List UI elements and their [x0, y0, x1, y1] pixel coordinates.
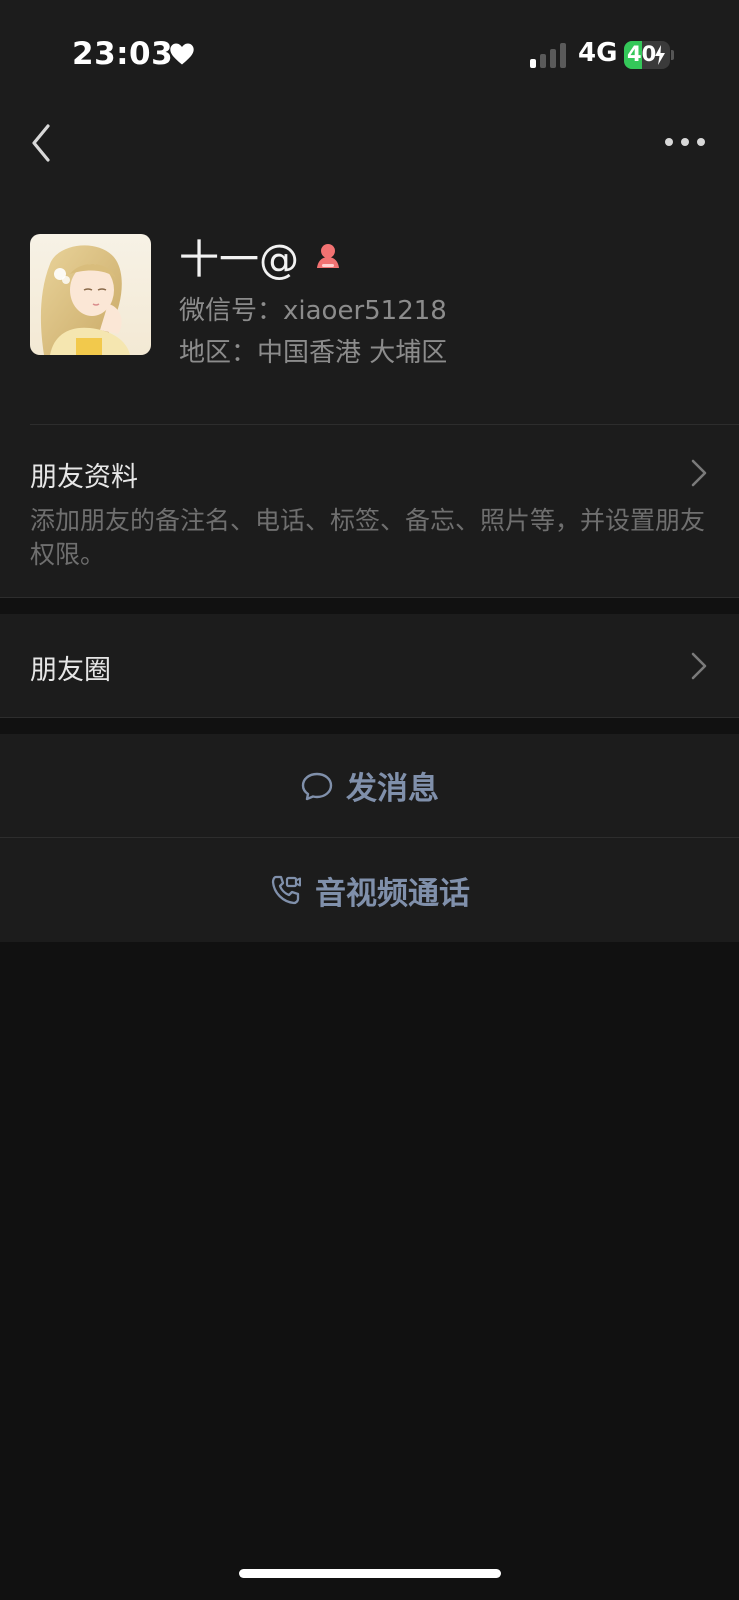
network-type: 4G [578, 38, 618, 68]
heart-icon [170, 43, 194, 65]
chevron-right-icon [691, 652, 707, 680]
battery-cap [671, 50, 674, 60]
signal-bar [540, 54, 546, 68]
name-row: 十一@ [179, 232, 343, 283]
chevron-left-icon [32, 124, 50, 162]
female-icon [317, 244, 339, 268]
avatar[interactable] [30, 234, 151, 355]
send-message-label: 发消息 [346, 771, 439, 807]
avatar-illustration [30, 234, 151, 355]
friend-profile-title: 朋友资料 [30, 462, 138, 493]
divider [0, 597, 739, 598]
cellular-signal-icon [530, 42, 568, 68]
wechat-id: 微信号：xiaoer51218 [179, 296, 447, 326]
back-button[interactable] [22, 118, 62, 168]
send-message-button[interactable]: 发消息 [0, 734, 739, 837]
battery-body: 40 [624, 41, 670, 69]
divider [0, 717, 739, 718]
contact-profile-screen: 23:03 4G 40 十一@ 微信号：xiaoer51218 地区：中国香港 … [0, 0, 739, 1600]
phone-video-icon [271, 875, 301, 905]
more-options-button[interactable] [660, 124, 712, 160]
region: 地区：中国香港 大埔区 [179, 338, 448, 368]
more-dots-icon [665, 138, 705, 146]
video-call-button[interactable]: 音视频通话 [0, 838, 739, 942]
chevron-right-icon [691, 459, 707, 487]
signal-bar [550, 49, 556, 68]
moments-row[interactable]: 朋友圈 [0, 614, 739, 718]
charging-bolt-icon [655, 45, 665, 65]
video-call-label: 音视频通话 [315, 875, 470, 912]
status-time: 23:03 [72, 36, 174, 72]
moments-title: 朋友圈 [30, 655, 111, 686]
signal-bar [560, 43, 566, 68]
contact-name: 十一@ [179, 237, 299, 283]
signal-bar [530, 59, 536, 68]
battery-icon: 40 [624, 41, 674, 69]
chat-bubble-icon [301, 772, 333, 800]
battery-level: 40 [627, 42, 657, 66]
home-indicator[interactable] [239, 1569, 501, 1578]
friend-profile-description: 添加朋友的备注名、电话、标签、备忘、照片等，并设置朋友权限。 [30, 506, 706, 569]
